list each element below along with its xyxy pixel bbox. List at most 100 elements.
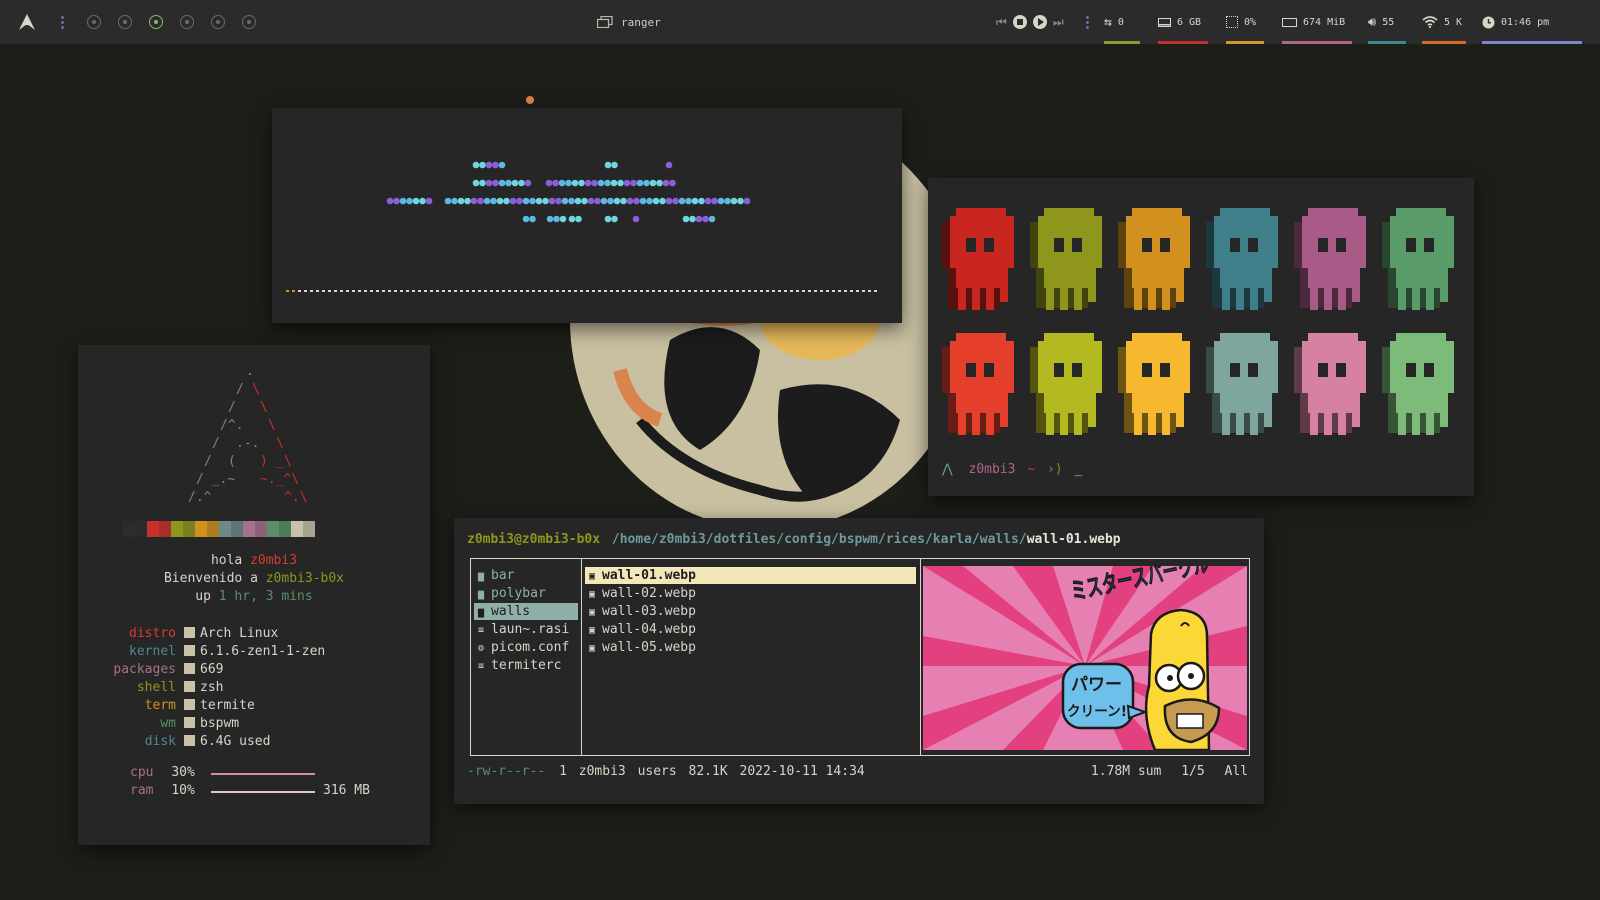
info-row-disk: disk 6.4G used: [78, 734, 271, 749]
terminal-prompt[interactable]: ⋀ z0mbi3 ~ ›⟩ _: [942, 462, 1082, 477]
volume-underline: [1368, 41, 1406, 44]
parent-dir-item-label: picom.conf: [491, 640, 570, 655]
uptime-minutes-unit: mins: [281, 589, 313, 604]
info-key: term: [144, 698, 176, 713]
workspace-1[interactable]: [87, 15, 101, 29]
visualizer-baseline-dash: [676, 290, 679, 292]
parent-dir-item[interactable]: ▆ bar: [474, 567, 578, 584]
memory-value: 674 MiB: [1303, 16, 1346, 28]
file-list-item[interactable]: ▣ wall-02.webp: [585, 585, 916, 602]
stop-icon[interactable]: [1012, 15, 1027, 29]
svg-text:(: (: [228, 454, 236, 469]
parent-dir-item-label: bar: [491, 568, 515, 583]
parent-dir-item[interactable]: ⚙ picom.conf: [474, 639, 578, 656]
workspace-5[interactable]: [211, 15, 225, 29]
ranger-status-bar: -rw-r--r-- 1 z0mbi3 users 82.1K 2022-10-…: [458, 764, 865, 779]
updates-count: 0: [1117, 16, 1124, 28]
column-divider: [581, 559, 582, 755]
visualizer-dot: [472, 161, 480, 169]
ranger-window[interactable]: z0mbi3@z0mbi3-b0x /home/z0mbi3/dotfiles/…: [454, 518, 1264, 804]
svg-text:/: /: [212, 436, 220, 451]
visualizer-dot: [724, 197, 731, 205]
visualizer-baseline-dash: [754, 290, 757, 292]
volume-module[interactable]: 🔊︎ 55: [1368, 0, 1406, 44]
visualizer-dot: [607, 197, 614, 205]
memory-module[interactable]: 674 MiB: [1282, 0, 1352, 44]
visualizer-dot: [425, 197, 433, 205]
parent-dir-item[interactable]: ▆ polybar: [474, 585, 578, 602]
workspace-2[interactable]: [118, 15, 132, 29]
svg-text:\: \: [276, 436, 284, 451]
visualizer-dot: [704, 197, 712, 205]
workspace-6[interactable]: [242, 15, 256, 29]
updates-module[interactable]: ⇆ 0: [1104, 0, 1140, 44]
visualizer-baseline-dash: [586, 290, 589, 292]
parent-dir-item[interactable]: ▆ walls: [474, 603, 578, 620]
volume-value: 55: [1382, 16, 1395, 28]
wifi-icon: [1422, 16, 1438, 28]
preview-bubble-text-2: クリーン!: [1067, 704, 1127, 720]
colorscript-terminal[interactable]: ⋀ z0mbi3 ~ ›⟩ _: [928, 178, 1474, 496]
visualizer-baseline-dash: [526, 290, 529, 292]
visualizer-dot: [581, 197, 588, 205]
visualizer-dot: [406, 197, 413, 205]
visualizer-dot: [665, 197, 673, 205]
visualizer-baseline-dash: [310, 290, 313, 292]
visualizer-baseline-dash: [436, 290, 439, 292]
info-bullet-icon: [184, 627, 195, 638]
file-list-item[interactable]: ▣ wall-03.webp: [585, 603, 916, 620]
visualizer-dot: [386, 197, 394, 205]
visualizer-dot: [548, 197, 556, 205]
window-title: ranger: [597, 0, 661, 44]
cpu-module[interactable]: 0%: [1226, 0, 1264, 44]
next-track-icon[interactable]: ⏭: [1053, 15, 1064, 30]
window-icon: [597, 16, 613, 28]
visualizer-dot: [505, 179, 512, 187]
prev-track-icon[interactable]: ⏮: [996, 15, 1007, 30]
visualizer-baseline-dash: [868, 290, 871, 292]
visualizer-dot: [613, 197, 621, 205]
visualizer-dot: [691, 197, 699, 205]
visualizer-baseline-dash: [382, 290, 385, 292]
file-list-item[interactable]: ▣ wall-01.webp: [585, 567, 916, 584]
visualizer-dot: [737, 197, 744, 205]
visualizer-baseline-dash: [634, 290, 637, 292]
info-bullet-icon: [184, 663, 195, 674]
visualizer-baseline-dash: [742, 290, 745, 292]
svg-text:/: /: [204, 454, 212, 469]
workspace-3[interactable]: [149, 15, 163, 29]
file-list-item[interactable]: ▣ wall-04.webp: [585, 621, 916, 638]
launcher-button[interactable]: [18, 0, 36, 44]
file-list-item[interactable]: ▣ wall-05.webp: [585, 639, 916, 656]
visualizer-baseline-dash: [358, 290, 361, 292]
visualizer-baseline-dash: [484, 290, 487, 292]
visualizer-baseline-dash: [286, 290, 289, 292]
visualizer-dot: [611, 215, 618, 223]
parent-dir-item[interactable]: ≡ laun~.rasi: [474, 621, 578, 638]
skull-icon: [942, 333, 1014, 435]
workspace-4[interactable]: [180, 15, 194, 29]
clock-module[interactable]: 01:46 pm: [1482, 0, 1582, 44]
cpu-usage-bar: [211, 773, 315, 775]
visualizer-baseline-dash: [724, 290, 727, 292]
play-icon[interactable]: [1032, 15, 1047, 29]
visualizer-baseline-dash: [652, 290, 655, 292]
storage-module[interactable]: 6 GB: [1158, 0, 1208, 44]
parent-dir-item-label: walls: [491, 604, 531, 619]
visualizer-dot: [485, 179, 493, 187]
info-row-kernel: kernel 6.1.6-zen1-1-zen: [78, 644, 325, 659]
ram-icon: [1282, 17, 1297, 27]
visualizer-baseline-dash: [760, 290, 763, 292]
visualizer-dot: [695, 215, 703, 223]
fetch-window[interactable]: . / \ / \ /^. \ / .-. \ / () _\ / _.~ ~._^\ /.^ ^…: [78, 345, 430, 845]
menu-dots-icon[interactable]: ⋮: [55, 0, 70, 44]
visualizer-baseline-dash: [352, 290, 355, 292]
palette-swatch: [267, 521, 291, 537]
visualizer-baseline-dash: [772, 290, 775, 292]
visualizer-dot: [646, 197, 653, 205]
parent-dir-item[interactable]: ≡ termiterc: [474, 657, 578, 674]
info-value: zsh: [200, 680, 224, 695]
network-module[interactable]: 5 K: [1422, 0, 1466, 44]
visualizer-baseline-dash: [808, 290, 811, 292]
skull-icon: [1294, 333, 1366, 435]
